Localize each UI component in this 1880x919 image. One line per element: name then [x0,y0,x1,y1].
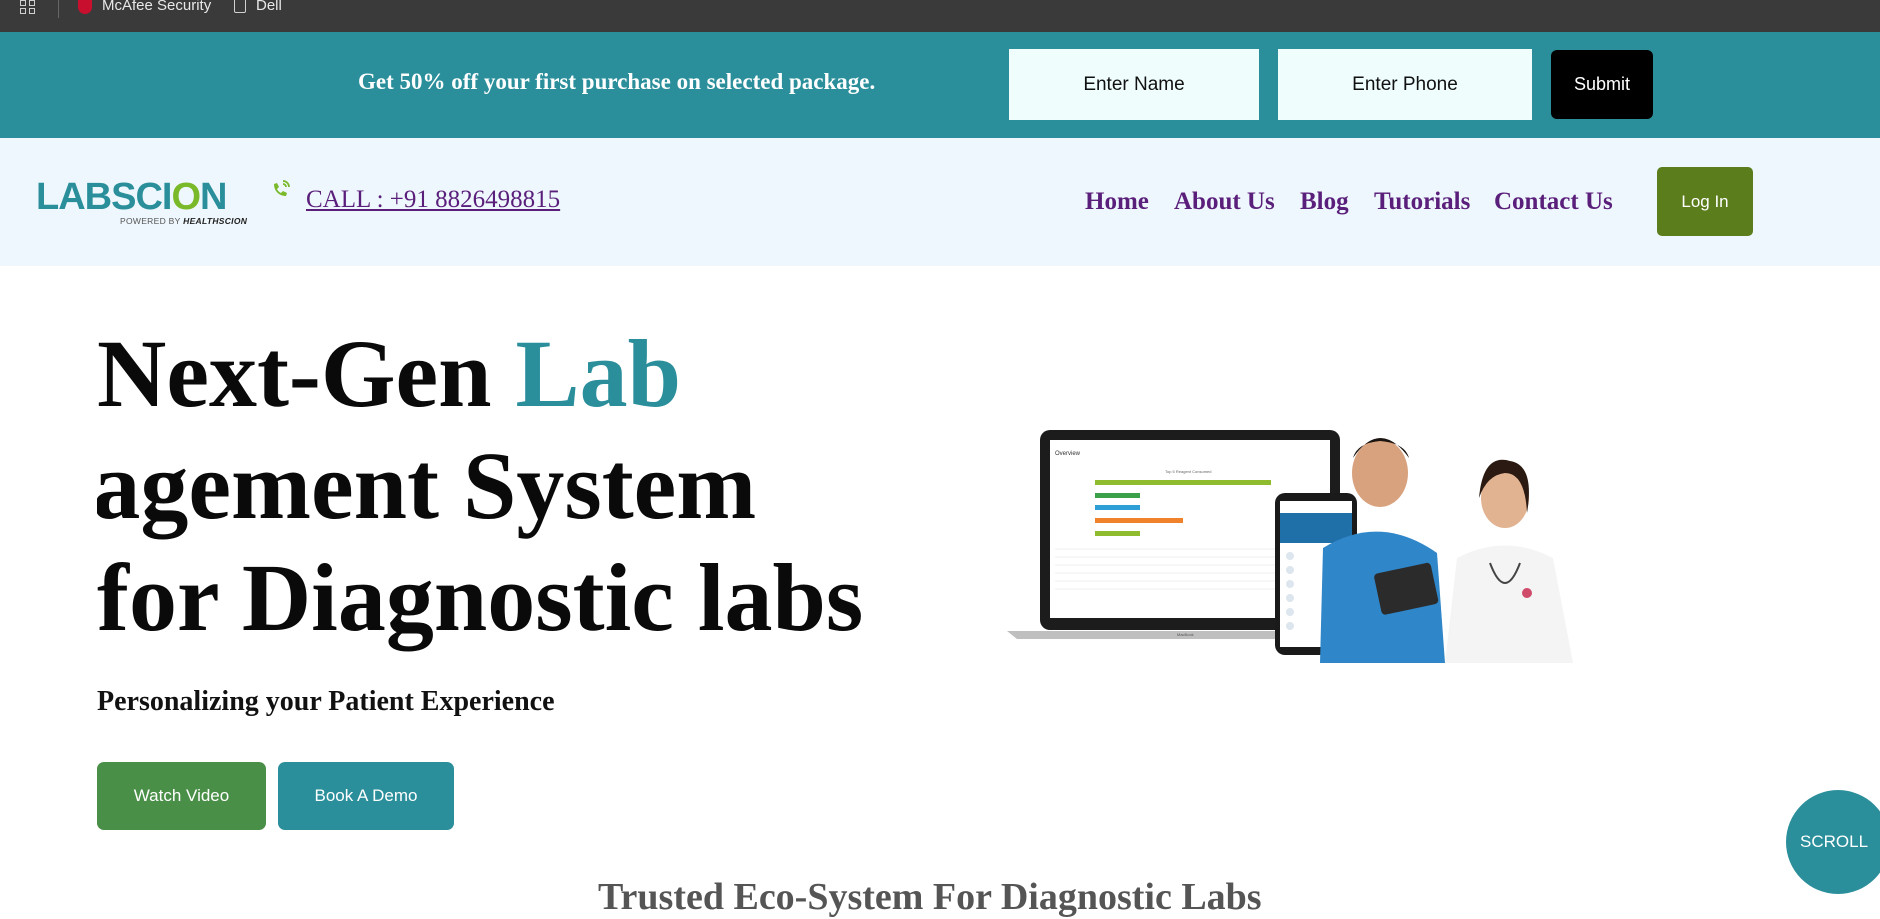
shield-icon [78,0,92,14]
call-link[interactable]: CALL : +91 8826498815 [306,186,560,214]
watch-video-button[interactable]: Watch Video [97,762,266,830]
nav-home[interactable]: Home [1085,188,1149,216]
bookmark-dell[interactable]: Dell [234,0,282,14]
bookmark-mcafee[interactable]: McAfee Security [78,0,211,14]
nav-about-us[interactable]: About Us [1174,188,1275,216]
name-input[interactable] [1009,49,1259,120]
svg-text:Overview: Overview [1055,451,1081,457]
hero-subtitle: Personalizing your Patient Experience [97,686,555,717]
nav-contact-us[interactable]: Contact Us [1494,188,1613,216]
labscion-logo[interactable]: LABSCION POWERED BY HEALTHSCION [36,176,247,228]
nav-blog[interactable]: Blog [1300,188,1349,216]
bookmarks-bar: McAfee Security Dell [0,0,1880,32]
submit-button[interactable]: Submit [1551,50,1653,119]
promo-text: Get 50% off your first purchase on selec… [358,69,876,94]
section-heading: Trusted Eco-System For Diagnostic Labs [598,876,1262,918]
bookmark-label: McAfee Security [102,0,212,14]
phone-icon [274,180,290,196]
doctor-female-graphic [1445,459,1573,663]
scroll-button[interactable]: SCROLL [1786,790,1880,894]
promo-bar: Get 50% off your first purchase on selec… [0,32,1880,138]
bookmark-label: Dell [256,0,282,14]
logo-tagline: POWERED BY HEALTHSCION [120,216,248,226]
nav-tutorials[interactable]: Tutorials [1374,188,1470,216]
book-demo-button[interactable]: Book A Demo [278,762,454,830]
logo-wordmark: LABSCION [36,176,228,218]
svg-text:MacBook: MacBook [1177,632,1194,637]
svg-text:Top 5 Reagent Consumed: Top 5 Reagent Consumed [1165,469,1211,474]
file-icon [234,0,246,13]
login-button[interactable]: Log In [1657,167,1753,236]
site-header: LABSCION POWERED BY HEALTHSCION CALL : +… [0,138,1880,266]
phone-input[interactable] [1278,49,1532,120]
apps-grid-icon[interactable] [20,0,38,16]
bookmarks-divider [58,0,59,18]
hero-title: Next-Gen Lab nagement System for Diagnos… [97,320,864,651]
hero-illustration: Overview Top 5 Reagent Consumed MacBook [1007,430,1573,663]
